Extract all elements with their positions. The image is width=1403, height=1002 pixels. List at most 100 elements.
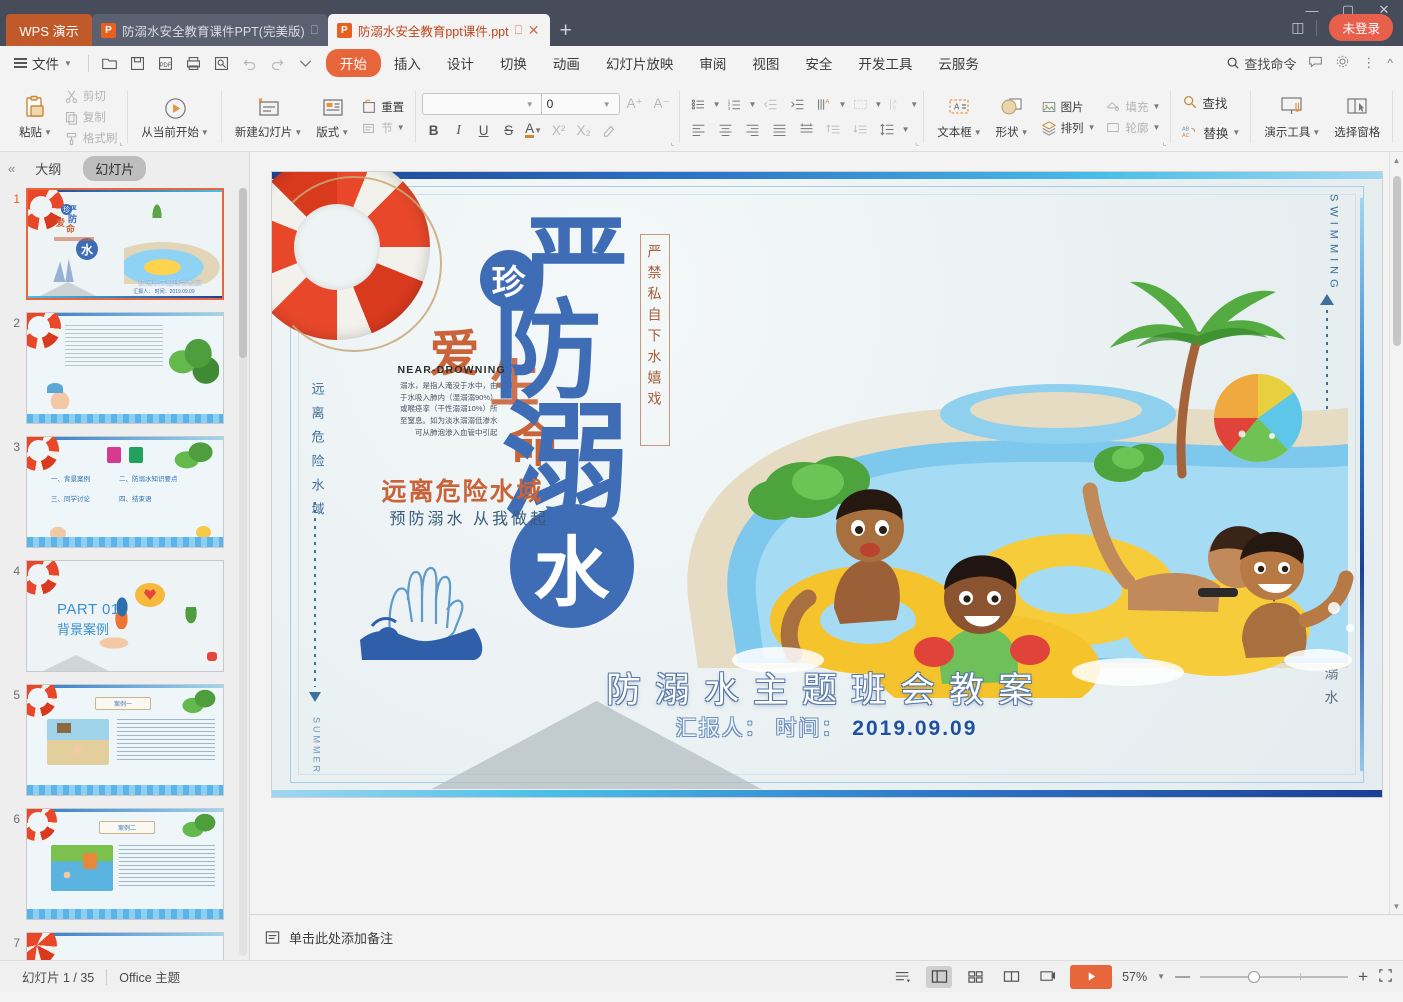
- scroll-up-arrow-icon[interactable]: ▲: [1390, 152, 1403, 168]
- text-direction-icon[interactable]: A: [811, 93, 837, 116]
- export-pdf-icon[interactable]: PDF: [153, 51, 178, 75]
- increase-indent-icon[interactable]: [784, 93, 810, 116]
- notes-pane[interactable]: 单击此处添加备注: [250, 914, 1403, 960]
- selection-pane-button[interactable]: 选择窗格: [1327, 92, 1387, 142]
- copy-button[interactable]: 复制: [59, 107, 123, 127]
- sidebar-scrollbar[interactable]: [239, 188, 247, 956]
- align-center-icon[interactable]: [713, 118, 739, 141]
- chevron-down-icon[interactable]: ▼: [874, 100, 882, 109]
- align-left-icon[interactable]: [686, 118, 712, 141]
- chevron-down-icon[interactable]: ▼: [526, 100, 537, 109]
- text-box-button[interactable]: A 文本框▼: [930, 92, 988, 142]
- wps-app-tab[interactable]: WPS 演示: [6, 14, 92, 46]
- document-tab-2[interactable]: P 防溺水安全教育ppt课件.ppt ⎕ ✕: [328, 14, 550, 46]
- tab-restore-icon[interactable]: ⎕: [311, 23, 318, 38]
- thumbnail-item-4[interactable]: 4 PART 01 背景案例: [0, 560, 249, 672]
- slide-sorter-icon[interactable]: [962, 966, 988, 988]
- replace-button[interactable]: ABAC 替换 ▼: [1177, 118, 1245, 147]
- more-options-icon[interactable]: ⋮: [1362, 55, 1375, 71]
- tab-slideshow[interactable]: 幻灯片放映: [593, 49, 687, 77]
- chevron-down-icon[interactable]: ▼: [910, 100, 918, 109]
- open-icon[interactable]: [97, 51, 122, 75]
- chevron-down-icon[interactable]: ▼: [902, 125, 910, 134]
- comment-icon[interactable]: [1308, 54, 1323, 72]
- normal-view-icon[interactable]: [926, 966, 952, 988]
- split-view-icon[interactable]: ◫: [1291, 19, 1304, 36]
- current-slide[interactable]: 远离危险水域 SUMMER SWIMMING 严密防范学生溺水 珍 爱 生 命 …: [272, 172, 1382, 797]
- start-from-current-button[interactable]: 从当前开始▼: [134, 92, 215, 142]
- italic-button[interactable]: I: [447, 119, 471, 141]
- tab-start[interactable]: 开始: [326, 49, 381, 77]
- cut-button[interactable]: 剪切: [59, 86, 123, 106]
- sidebar-scrollbar-thumb[interactable]: [239, 188, 247, 358]
- collapse-panel-button[interactable]: «: [8, 161, 13, 176]
- tab-close-icon[interactable]: ✕: [528, 22, 540, 39]
- collapse-ribbon-icon[interactable]: ^: [1387, 56, 1393, 70]
- find-button[interactable]: 查找: [1177, 88, 1245, 117]
- picture-button[interactable]: 图片: [1036, 97, 1101, 117]
- font-name-input[interactable]: ▼: [423, 94, 541, 114]
- play-slideshow-button[interactable]: [1070, 965, 1112, 989]
- font-size-input[interactable]: 0 ▼: [541, 94, 619, 114]
- print-icon[interactable]: [181, 51, 206, 75]
- zoom-in-button[interactable]: +: [1358, 967, 1368, 987]
- thumbnail-item-7[interactable]: 7: [0, 932, 249, 960]
- thumbnail-preview[interactable]: 一、背景案例 二、防溺水知识要点 三、同学讨论 四、结束语: [26, 436, 224, 548]
- fit-to-window-icon[interactable]: [1378, 968, 1393, 986]
- justify-icon[interactable]: [767, 118, 793, 141]
- zoom-slider-handle[interactable]: [1248, 971, 1260, 983]
- thumbnail-item-6[interactable]: 6 案例二: [0, 808, 249, 920]
- new-tab-button[interactable]: +: [560, 19, 572, 43]
- tab-animation[interactable]: 动画: [540, 49, 593, 77]
- presenter-view-icon[interactable]: [1034, 966, 1060, 988]
- shapes-button[interactable]: 形状▼: [989, 92, 1036, 142]
- tab-security[interactable]: 安全: [792, 49, 845, 77]
- find-command-button[interactable]: 查找命令: [1226, 54, 1296, 73]
- tab-cloud[interactable]: 云服务: [925, 49, 992, 77]
- align-right-icon[interactable]: [740, 118, 766, 141]
- tab-insert[interactable]: 插入: [381, 49, 434, 77]
- format-painter-button[interactable]: 格式刷: [59, 128, 123, 148]
- presentation-tools-button[interactable]: 演示工具▼: [1257, 92, 1327, 142]
- layout-button[interactable]: 版式▼: [309, 92, 356, 142]
- tab-dev-tools[interactable]: 开发工具: [845, 49, 925, 77]
- slide-area-scrollbar-thumb[interactable]: [1393, 176, 1401, 346]
- zoom-out-button[interactable]: —: [1175, 968, 1190, 985]
- thumbnail-item-2[interactable]: 2: [0, 312, 249, 424]
- numbered-list-icon[interactable]: 123: [722, 93, 748, 116]
- thumbnail-list[interactable]: 1 严防 水 珍 爱 命: [0, 184, 249, 960]
- login-button[interactable]: 未登录: [1329, 14, 1393, 41]
- scroll-down-arrow-icon[interactable]: ▼: [1390, 898, 1403, 914]
- chevron-down-icon[interactable]: ▼: [713, 100, 721, 109]
- zoom-slider[interactable]: [1200, 976, 1348, 978]
- thumbnail-item-3[interactable]: 3 一、背景案例 二、防溺水知识要点 三、同学讨论 四、结束语: [0, 436, 249, 548]
- bold-button[interactable]: B: [422, 119, 446, 141]
- clear-format-icon[interactable]: [597, 119, 621, 141]
- notes-toggle-icon[interactable]: [890, 966, 916, 988]
- thumbnail-preview[interactable]: [26, 312, 224, 424]
- font-color-button[interactable]: A ▼: [522, 119, 546, 141]
- chevron-down-icon[interactable]: ▼: [838, 100, 846, 109]
- space-before-icon[interactable]: [821, 118, 847, 141]
- distribute-icon[interactable]: [794, 118, 820, 141]
- customize-quick-access-icon[interactable]: [293, 51, 318, 75]
- chevron-down-icon[interactable]: ▼: [603, 100, 614, 109]
- font-dialog-launcher[interactable]: ⌞: [670, 137, 674, 148]
- paste-button[interactable]: 粘贴▼: [12, 92, 59, 142]
- section-button[interactable]: 节 ▼: [356, 118, 409, 138]
- new-slide-button[interactable]: 新建幻灯片▼: [228, 92, 309, 142]
- tab-view[interactable]: 视图: [739, 49, 792, 77]
- smartart-icon[interactable]: AB: [883, 93, 909, 116]
- chevron-down-icon[interactable]: ▼: [749, 100, 757, 109]
- clipboard-dialog-launcher[interactable]: ⌞: [119, 137, 123, 148]
- drawing-dialog-launcher[interactable]: ⌞: [1162, 137, 1166, 148]
- thumbnail-preview[interactable]: 严防 水 珍 爱 命 防溺水主题班会教案 汇报人： 时间：2019.09.09: [26, 188, 224, 300]
- thumbnail-preview[interactable]: PART 01 背景案例: [26, 560, 224, 672]
- zoom-level-label[interactable]: 57%: [1122, 970, 1147, 984]
- slide-area-scrollbar[interactable]: ▲ ▼: [1389, 152, 1403, 914]
- line-spacing-icon[interactable]: [875, 118, 901, 141]
- paragraph-dialog-launcher[interactable]: ⌞: [915, 137, 919, 148]
- print-preview-icon[interactable]: [209, 51, 234, 75]
- strikethrough-button[interactable]: S: [497, 119, 521, 141]
- reading-view-icon[interactable]: [998, 966, 1024, 988]
